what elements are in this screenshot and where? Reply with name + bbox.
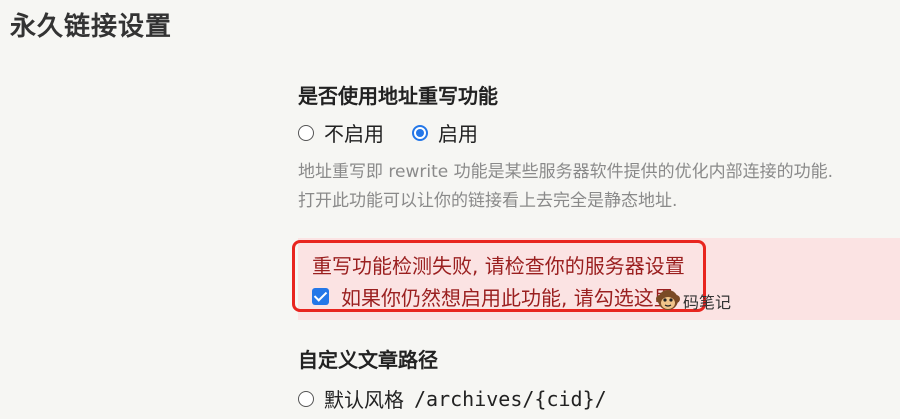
radio-unchecked-icon[interactable] <box>298 124 314 141</box>
watermark-text: 码笔记 <box>683 293 732 312</box>
path-radio-group: 默认风格 /archives/{cid}/ <box>298 384 635 413</box>
rewrite-option-disable[interactable]: 不启用 <box>298 118 384 147</box>
page-title: 永久链接设置 <box>10 12 173 42</box>
custom-path-section-title: 自定义文章路径 <box>298 348 438 372</box>
monkey-icon <box>656 290 680 310</box>
rewrite-description: 地址重写即 rewrite 功能是某些服务器软件提供的优化内部连接的功能. 打开… <box>298 158 898 216</box>
rewrite-radio-group: 不启用 启用 <box>298 118 506 147</box>
path-option-default-label: 默认风格 <box>324 388 404 412</box>
permalink-settings-page: 永久链接设置 是否使用地址重写功能 不启用 启用 地址重写即 rewrite 功… <box>0 0 900 419</box>
watermark: 码笔记 <box>655 288 731 314</box>
rewrite-section-title: 是否使用地址重写功能 <box>298 84 498 108</box>
rewrite-option-disable-label: 不启用 <box>324 122 384 146</box>
radio-checked-icon[interactable] <box>412 124 428 141</box>
rewrite-option-enable[interactable]: 启用 <box>412 118 478 147</box>
path-option-default[interactable]: 默认风格 /archives/{cid}/ <box>298 384 607 413</box>
radio-unchecked-icon[interactable] <box>298 390 314 407</box>
rewrite-description-line-2: 打开此功能可以让你的链接看上去完全是静态地址. <box>298 191 678 211</box>
rewrite-option-enable-label: 启用 <box>438 122 478 146</box>
highlight-annotation-box <box>292 240 706 312</box>
rewrite-description-line-1: 地址重写即 rewrite 功能是某些服务器软件提供的优化内部连接的功能. <box>298 162 834 182</box>
path-option-default-pattern: /archives/{cid}/ <box>414 386 607 411</box>
